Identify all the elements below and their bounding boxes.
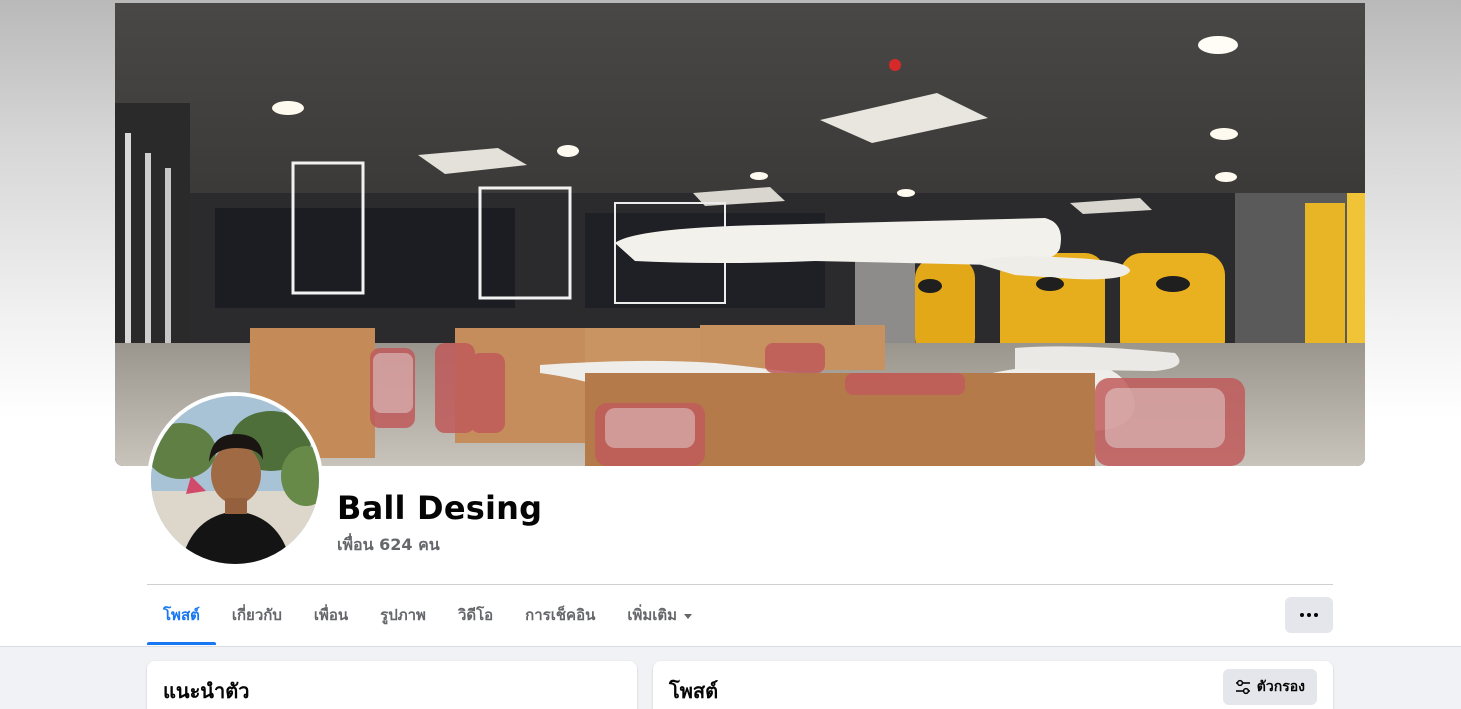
- tab-friends[interactable]: เพื่อน: [298, 585, 364, 645]
- tab-photos[interactable]: รูปภาพ: [364, 585, 442, 645]
- intro-card-title: แนะนำตัว: [163, 679, 250, 703]
- filter-sliders-icon: [1235, 679, 1250, 695]
- tab-label: เพิ่มเติม: [627, 606, 678, 624]
- tab-videos[interactable]: วิดีโอ: [442, 585, 509, 645]
- profile-name: Ball Desing: [337, 489, 543, 527]
- more-options-button[interactable]: [1285, 597, 1333, 633]
- profile-picture[interactable]: [147, 392, 323, 568]
- filter-button[interactable]: ตัวกรอง: [1222, 669, 1317, 705]
- tab-label: รูปภาพ: [380, 606, 426, 624]
- tab-label: เพื่อน: [313, 606, 349, 624]
- caret-down-icon: [684, 613, 693, 619]
- more-horizontal-icon: [1300, 613, 1318, 617]
- tab-label: เกี่ยวกับ: [231, 606, 282, 624]
- tab-label: การเช็คอิน: [525, 606, 596, 624]
- tab-label: วิดีโอ: [457, 606, 494, 624]
- tab-posts[interactable]: โพสต์: [147, 585, 216, 645]
- tab-more[interactable]: เพิ่มเติม: [611, 585, 708, 645]
- friend-count[interactable]: เพื่อน 624 คน: [337, 533, 440, 558]
- intro-card: แนะนำตัว: [147, 661, 637, 709]
- tab-about[interactable]: เกี่ยวกับ: [216, 585, 298, 645]
- profile-picture-image: [151, 396, 319, 564]
- cover-photo-image: [115, 3, 1365, 466]
- cover-photo[interactable]: [115, 3, 1365, 466]
- filter-button-label: ตัวกรอง: [1256, 679, 1305, 695]
- posts-card-title: โพสต์: [669, 679, 719, 703]
- posts-card: โพสต์ ตัวกรอง: [653, 661, 1333, 709]
- profile-tabs: โพสต์ เกี่ยวกับ เพื่อน รูปภาพ วิดีโอ การ…: [147, 585, 708, 645]
- tab-label: โพสต์: [163, 606, 200, 624]
- tab-check-ins[interactable]: การเช็คอิน: [509, 585, 611, 645]
